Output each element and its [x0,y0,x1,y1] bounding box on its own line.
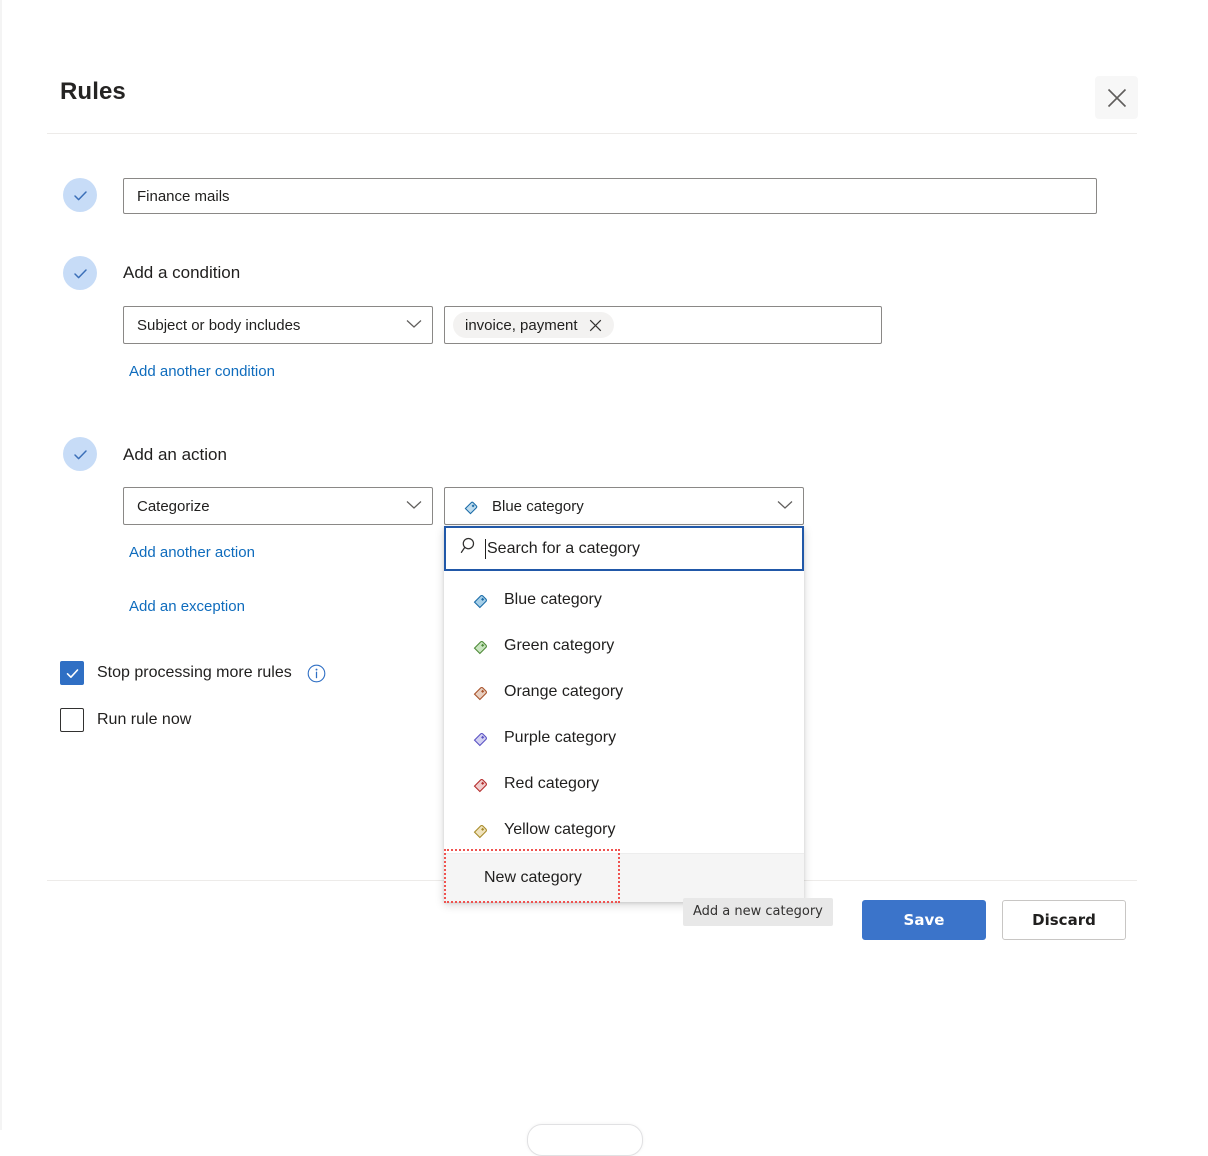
category-item-label: Green category [504,637,615,654]
tag-icon [472,590,492,610]
category-list: Blue category Green category Orange catego… [444,571,804,853]
condition-type-select[interactable]: Subject or body includes [123,306,433,344]
text-cursor [485,538,486,559]
tag-icon [472,636,492,656]
category-item-label: Orange category [504,683,624,700]
close-button[interactable] [1095,76,1138,119]
condition-value-field[interactable]: invoice, payment [444,306,882,344]
chevron-down-icon [777,497,793,515]
tag-icon-blue [463,497,482,516]
condition-section-label: Add a condition [123,263,241,282]
stop-processing-row: Stop processing more rules [60,661,326,685]
category-item[interactable]: Blue category [444,577,804,623]
condition-value-pill: invoice, payment [453,312,614,338]
run-rule-now-checkbox[interactable] [60,708,84,732]
category-item[interactable]: Green category [444,623,804,669]
page-title: Rules [60,78,126,105]
action-section-label: Add an action [123,445,227,464]
rules-dialog: Rules Add a condition Subject or body in… [0,0,1208,1156]
new-category-item[interactable]: New category [444,853,804,902]
category-item[interactable]: Red category [444,761,804,807]
step-check-name [63,178,97,212]
step-check-action [63,437,97,471]
add-exception-link[interactable]: Add an exception [129,598,245,615]
save-button[interactable]: Save [862,900,986,940]
action-type-select[interactable]: Categorize [123,487,433,525]
category-dropdown-panel: Search for a category Blue category Green… [444,526,804,902]
chevron-down-icon [406,316,422,334]
category-select-value: Blue category [492,497,584,515]
stop-processing-checkbox[interactable] [60,661,84,685]
info-icon[interactable] [307,664,326,683]
header-divider [47,133,1137,134]
category-item[interactable]: Yellow category [444,807,804,853]
tag-icon [472,820,492,840]
chevron-down-icon [406,497,422,515]
discard-button[interactable]: Discard [1002,900,1126,940]
step-check-condition [63,256,97,290]
rule-name-input[interactable] [123,178,1097,214]
left-edge-divider [0,0,2,1130]
run-rule-now-row: Run rule now [60,708,191,732]
category-search-field[interactable]: Search for a category [444,526,804,571]
tag-icon [472,728,492,748]
category-search-placeholder: Search for a category [487,539,640,557]
category-item[interactable]: Purple category [444,715,804,761]
category-item[interactable]: Orange category [444,669,804,715]
run-rule-now-label: Run rule now [97,711,192,728]
new-category-tooltip: Add a new category [683,898,833,926]
bottom-floating-pill [527,1124,643,1156]
add-another-condition-link[interactable]: Add another condition [129,363,275,380]
category-item-label: Red category [504,775,600,792]
pill-remove-icon[interactable] [588,317,604,333]
search-icon [460,536,480,561]
condition-type-value: Subject or body includes [137,316,301,334]
close-icon [1106,87,1128,109]
category-item-label: Blue category [504,591,602,608]
dialog-header: Rules [60,76,1138,120]
category-select[interactable]: Blue category [444,487,804,525]
new-category-label: New category [484,869,582,886]
action-type-value: Categorize [137,497,210,515]
category-item-label: Purple category [504,729,617,746]
stop-processing-label: Stop processing more rules [97,664,292,681]
tag-icon [472,682,492,702]
category-item-label: Yellow category [504,821,616,838]
condition-value-pill-text: invoice, payment [465,316,578,334]
add-another-action-link[interactable]: Add another action [129,544,255,561]
tag-icon [472,774,492,794]
